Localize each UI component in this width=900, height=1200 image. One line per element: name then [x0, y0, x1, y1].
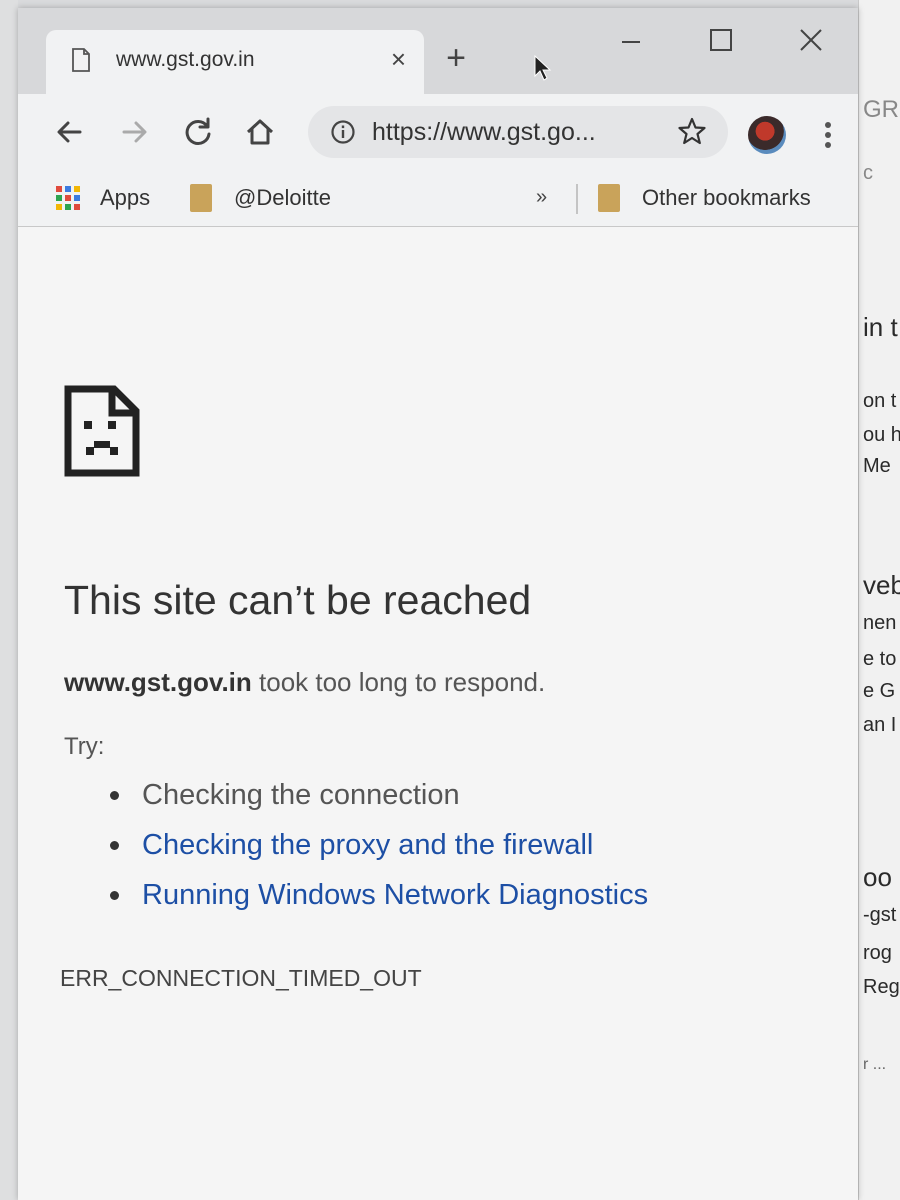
suggestion-check-connection: Checking the connection — [108, 775, 648, 825]
bg-text: veb — [863, 570, 900, 600]
tab-gst[interactable]: www.gst.gov.in × — [46, 30, 424, 94]
bookmarks-overflow-chevron[interactable]: » — [536, 186, 547, 209]
error-code: ERR_CONNECTION_TIMED_OUT — [60, 965, 422, 991]
folder-icon — [190, 184, 212, 212]
background-window: GR c in t on t ou h Me veb nen e to e G … — [858, 0, 900, 1200]
maximize-button[interactable] — [698, 22, 744, 58]
info-icon[interactable] — [330, 119, 356, 145]
tab-title: www.gst.gov.in — [116, 48, 255, 71]
bg-text: e to — [863, 648, 897, 670]
forward-arrow-icon[interactable] — [114, 112, 154, 152]
browser-window: www.gst.gov.in × + https://www.gst.go...… — [18, 8, 858, 1200]
bg-text: on t — [863, 390, 897, 412]
mouse-cursor-icon — [534, 54, 552, 81]
error-host: www.gst.gov.in — [64, 667, 252, 697]
sad-page-icon — [64, 385, 140, 477]
bookmark-apps[interactable]: Apps — [56, 180, 150, 216]
suggestion-proxy-firewall-link[interactable]: Checking the proxy and the firewall — [108, 825, 648, 875]
error-message-text: took too long to respond. — [251, 667, 546, 697]
bg-text: Me — [863, 455, 891, 477]
window-close-button[interactable] — [788, 22, 834, 58]
address-bar[interactable]: https://www.gst.go... — [308, 106, 728, 158]
apps-grid-icon — [56, 186, 80, 210]
folder-icon — [598, 184, 620, 212]
bg-text: Regi — [863, 976, 900, 998]
bg-text: ou h — [863, 424, 900, 446]
bg-text: r ... — [863, 1056, 887, 1073]
minimize-button[interactable] — [608, 22, 654, 58]
suggestion-network-diagnostics-link[interactable]: Running Windows Network Diagnostics — [108, 875, 648, 925]
bg-text: e G — [863, 680, 896, 702]
title-bar: www.gst.gov.in × + — [18, 8, 858, 94]
bg-text: -gst — [863, 904, 897, 926]
profile-avatar[interactable] — [748, 116, 786, 154]
error-message: www.gst.gov.in took too long to respond. — [64, 667, 545, 698]
bookmark-deloitte-label: @Deloitte — [234, 185, 331, 210]
suggestion-list: Checking the connection Checking the pro… — [108, 775, 648, 925]
error-title: This site can’t be reached — [64, 577, 532, 623]
bg-text: GR — [863, 96, 899, 123]
star-icon[interactable] — [676, 115, 708, 147]
page-icon — [72, 48, 90, 72]
menu-icon[interactable] — [818, 118, 838, 154]
bg-text: nen — [863, 612, 897, 634]
bookmark-deloitte[interactable]: @Deloitte — [190, 180, 331, 216]
bg-text: rog — [863, 942, 892, 964]
bg-text: an I — [863, 714, 897, 736]
try-label: Try: — [64, 733, 105, 760]
bg-text: in t — [863, 312, 898, 342]
back-arrow-icon[interactable] — [50, 112, 90, 152]
toolbar: https://www.gst.go... — [18, 94, 858, 172]
bookmarks-divider — [576, 184, 578, 214]
bookmark-other[interactable]: Other bookmarks — [598, 180, 811, 216]
tab-close-icon[interactable]: × — [391, 44, 406, 75]
bookmark-other-label: Other bookmarks — [642, 185, 811, 210]
url-text[interactable]: https://www.gst.go... — [372, 118, 596, 147]
bookmark-apps-label: Apps — [100, 185, 151, 210]
error-page: This site can’t be reached www.gst.gov.i… — [18, 227, 858, 1200]
desktop-left-strip — [0, 0, 18, 1200]
new-tab-button[interactable]: + — [438, 40, 474, 76]
bg-text: c — [863, 162, 873, 184]
home-icon[interactable] — [240, 112, 280, 152]
bookmarks-bar: Apps @Deloitte » Other bookmarks — [18, 172, 858, 227]
bg-text: oo — [863, 862, 892, 892]
reload-icon[interactable] — [178, 112, 218, 152]
